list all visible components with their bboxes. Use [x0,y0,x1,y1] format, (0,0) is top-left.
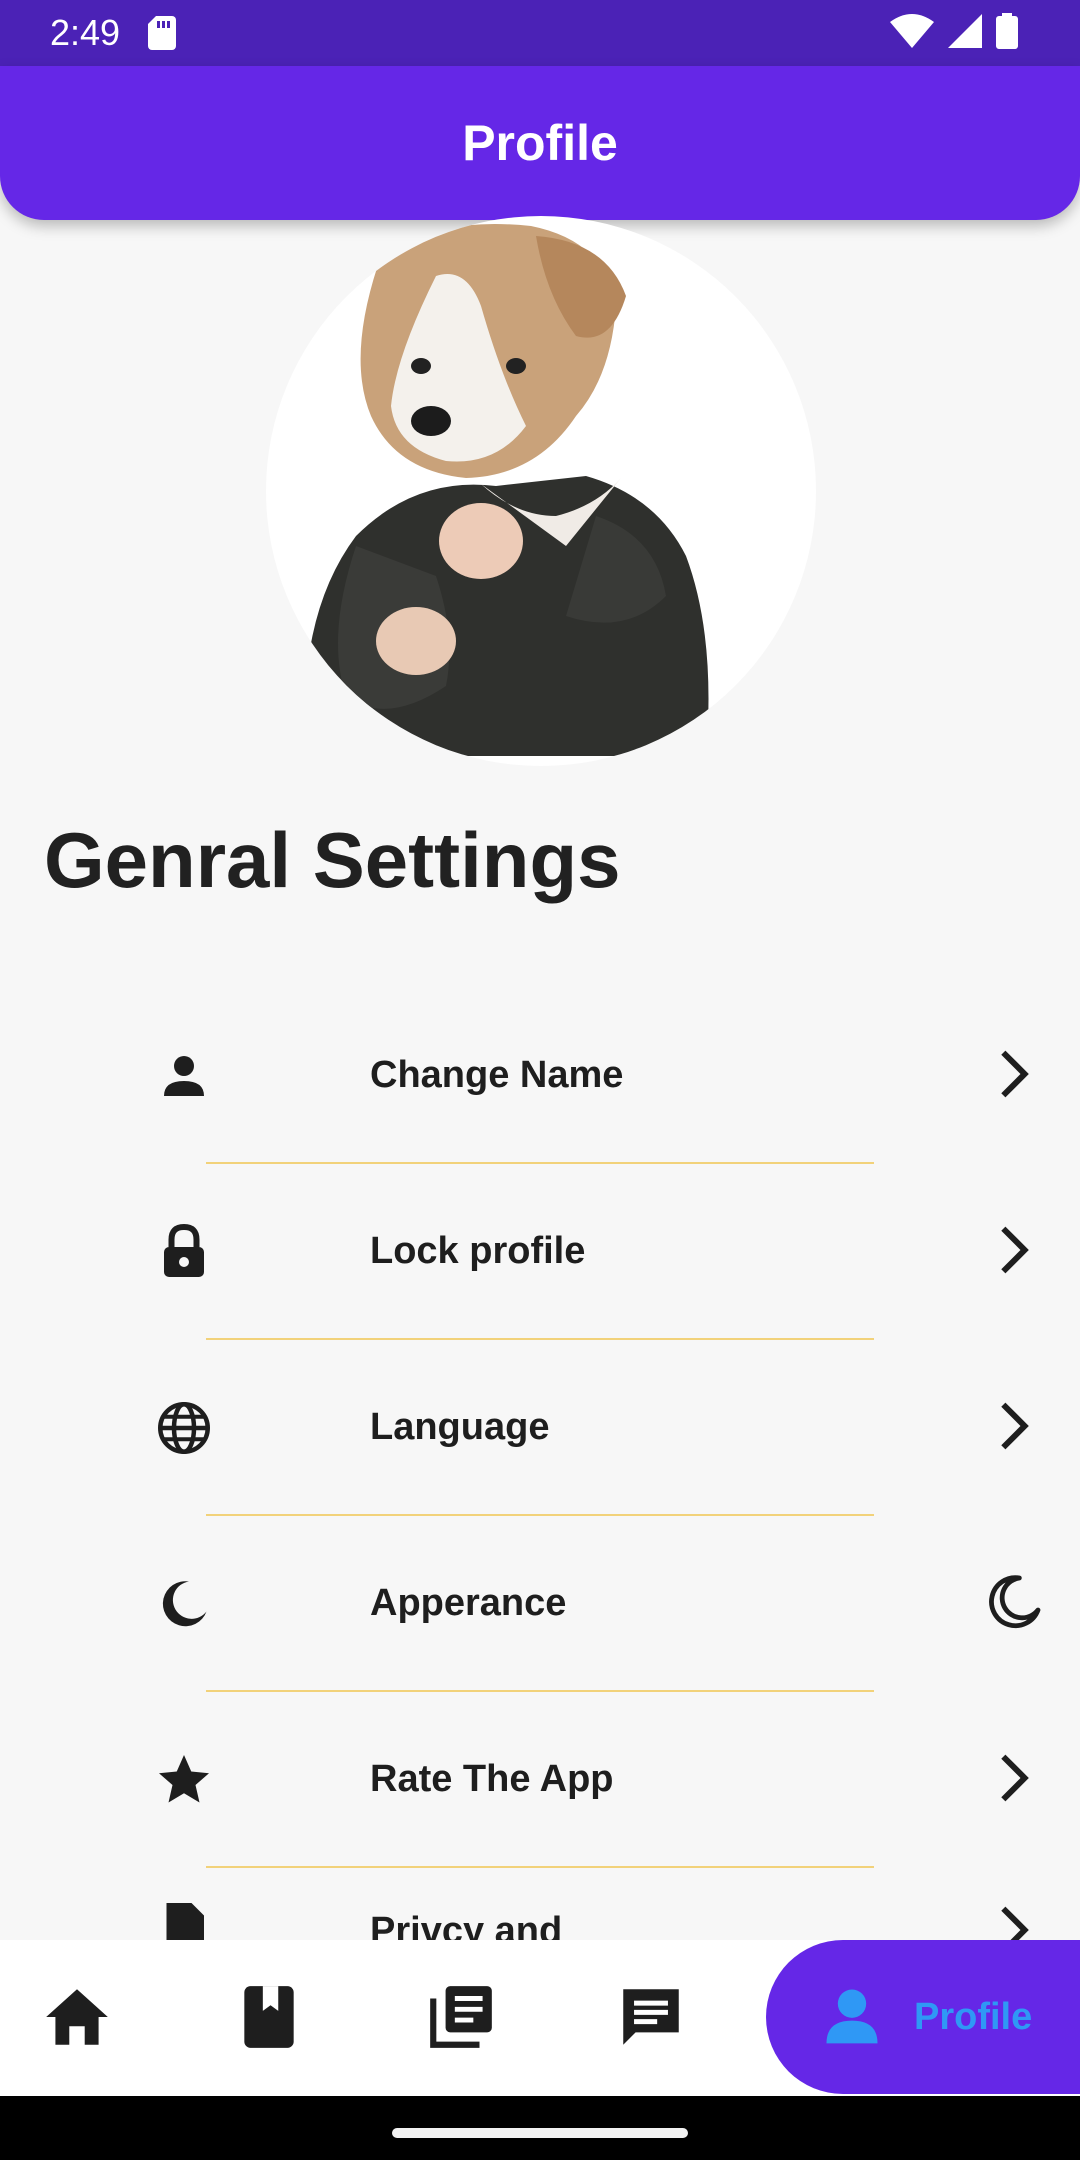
status-time: 2:49 [50,12,121,53]
settings-item-lock-profile[interactable]: Lock profile [0,1166,1080,1342]
person-icon [818,1981,886,2054]
app-bar: Profile [0,66,1080,220]
signal-icon [948,13,982,53]
profile-screen: 2:49 Profile Genral Settings Change Name… [0,0,1080,2160]
library-icon[interactable] [424,1980,498,2054]
chevron-right-icon[interactable] [982,1898,1046,1940]
settings-item-apperance[interactable]: Apperance [0,1518,1080,1694]
divider [206,1690,874,1692]
chat-icon[interactable] [614,1980,688,2054]
sd-card-icon [148,16,176,50]
home-gesture-handle[interactable] [392,2128,688,2138]
settings-item-label: Change Name [370,1054,624,1096]
settings-item-label: Privcy and [370,1910,563,1940]
page-title: Profile [462,115,618,171]
document-icon [154,1898,214,1940]
book-icon[interactable] [232,1980,306,2054]
settings-item-change-name[interactable]: Change Name [0,990,1080,1166]
settings-item-rate-the-app[interactable]: Rate The App [0,1694,1080,1870]
settings-item-label: Language [370,1406,550,1448]
home-icon[interactable] [40,1980,114,2054]
status-icons [890,12,1018,54]
chevron-right-icon[interactable] [982,1218,1046,1282]
chevron-right-icon[interactable] [982,1746,1046,1810]
status-bar: 2:49 [0,0,1080,66]
divider [206,1338,874,1340]
divider [206,1514,874,1516]
settings-item-label: Lock profile [370,1230,586,1272]
moon-outline-icon[interactable] [982,1570,1046,1634]
settings-item-label: Rate The App [370,1758,614,1800]
bottom-nav: Profile [0,1940,1080,2096]
settings-item-privacy[interactable]: Privcy and [0,1870,1080,1940]
wifi-icon [890,13,934,53]
dog-in-suit-avatar [304,224,709,756]
battery-icon [996,12,1018,54]
globe-icon [154,1398,214,1458]
star-icon [154,1750,214,1810]
person-icon [154,1046,214,1106]
chevron-right-icon[interactable] [982,1394,1046,1458]
section-title: Genral Settings [44,816,621,904]
settings-item-label: Apperance [370,1582,567,1624]
chevron-right-icon[interactable] [982,1042,1046,1106]
divider [206,1162,874,1164]
avatar[interactable] [266,216,816,766]
divider [206,1866,874,1868]
nav-profile-label: Profile [914,1995,1033,2038]
moon-icon [154,1574,214,1634]
settings-list: Change Name Lock profile Language Appera… [0,990,1080,1940]
lock-icon [154,1222,214,1282]
settings-item-language[interactable]: Language [0,1342,1080,1518]
nav-item-profile[interactable]: Profile [766,1940,1080,2094]
